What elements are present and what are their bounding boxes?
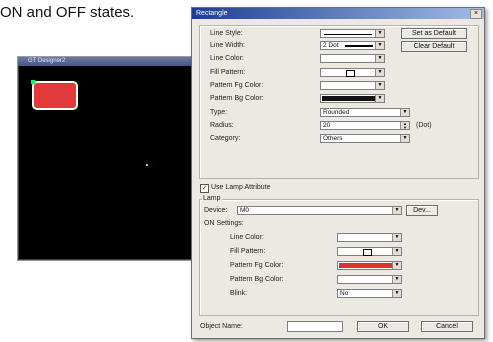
chevron-down-icon[interactable]: ▼ <box>392 290 401 297</box>
on-pattern-bg-color-select[interactable]: ▼ <box>337 275 402 284</box>
device-label: Device: <box>204 207 228 214</box>
fill-pattern-label: Fill Pattern: <box>210 69 246 76</box>
on-fill-pattern-label: Fill Pattern: <box>230 248 266 255</box>
on-settings-label: ON Settings: <box>204 220 244 227</box>
category-label: Category: <box>210 135 241 142</box>
chevron-down-icon[interactable]: ▼ <box>400 135 409 142</box>
radius-input[interactable]: 20 ▲ ▼ <box>320 121 410 130</box>
chevron-down-icon[interactable]: ▼ <box>375 42 384 49</box>
lamp-rectangle-object[interactable] <box>32 81 78 110</box>
chevron-down-icon[interactable]: ▼ <box>392 262 401 269</box>
chevron-down-icon[interactable]: ▼ <box>375 69 384 76</box>
dev-button[interactable]: Dev... <box>406 205 438 216</box>
type-select[interactable]: Rounded ▼ <box>320 108 410 117</box>
pattern-fg-color-select[interactable]: ▼ <box>320 81 385 90</box>
pattern-swatch <box>346 70 355 77</box>
pattern-bg-color-label: Pattern Bg Color: <box>210 95 264 102</box>
chevron-down-icon[interactable]: ▼ <box>375 30 384 37</box>
line-style-label: Line Style: <box>210 30 243 37</box>
pattern-swatch <box>363 249 372 256</box>
fill-pattern-select[interactable]: ▼ <box>320 68 385 77</box>
pattern-fg-color-label: Pattern Fg Color: <box>210 82 264 89</box>
on-pattern-bg-color-label: Pattern Bg Color: <box>230 276 284 283</box>
close-icon[interactable]: × <box>470 9 482 19</box>
line-color-select[interactable]: ▼ <box>320 54 385 63</box>
chevron-down-icon[interactable]: ▼ <box>392 248 401 255</box>
set-as-default-button[interactable]: Set as Default <box>401 28 467 39</box>
lamp-frame <box>199 199 479 316</box>
cancel-button[interactable]: Cancel <box>421 321 473 332</box>
editor-title: GT Designer2 <box>28 58 66 64</box>
device-value: M0 <box>240 207 250 214</box>
type-value: Rounded <box>323 109 350 116</box>
selection-handle[interactable] <box>31 80 35 84</box>
chevron-down-icon[interactable]: ▼ <box>392 276 401 283</box>
chevron-down-icon[interactable]: ▼ <box>375 82 384 89</box>
line-width-label: Line Width: <box>210 42 246 49</box>
line-color-label: Line Color: <box>210 55 244 62</box>
radius-label: Radius: <box>210 122 234 129</box>
chevron-down-icon[interactable]: ▼ <box>392 207 401 214</box>
device-select[interactable]: M0 ▼ <box>237 206 402 215</box>
line-width-value: 2 Dot <box>323 42 339 49</box>
dialog-title: Rectangle <box>196 10 228 17</box>
type-label: Type: <box>210 109 228 116</box>
blink-label: Blink: <box>230 290 248 297</box>
use-lamp-label: Use Lamp Attribute <box>211 184 271 191</box>
line-style-preview <box>324 34 372 35</box>
line-style-select[interactable]: ▼ <box>320 29 385 38</box>
chevron-down-icon[interactable]: ▼ <box>375 55 384 62</box>
on-pattern-fg-color-label: Pattern Fg Color: <box>230 262 284 269</box>
on-pattern-fg-color-select[interactable]: ▼ <box>337 261 402 270</box>
blink-select[interactable]: No ▼ <box>337 289 402 298</box>
line-width-preview <box>345 45 373 47</box>
line-width-select[interactable]: 2 Dot ▼ <box>320 41 385 50</box>
pattern-bg-color-swatch <box>322 96 376 101</box>
dialog-titlebar: Rectangle × <box>192 8 484 19</box>
category-select[interactable]: Others ▼ <box>320 134 410 143</box>
lamp-group-label: Lamp <box>202 195 222 202</box>
on-fill-pattern-select[interactable]: ▼ <box>337 247 402 256</box>
ok-button[interactable]: OK <box>357 321 409 332</box>
object-name-label: Object Name: <box>200 323 243 330</box>
chevron-down-icon[interactable]: ▼ <box>375 95 384 102</box>
canvas-marker <box>146 164 148 166</box>
use-lamp-checkbox[interactable]: ✓ <box>200 184 209 193</box>
chevron-down-icon[interactable]: ▼ <box>400 109 409 116</box>
clear-default-button[interactable]: Clear Default <box>401 41 467 52</box>
on-pattern-fg-color-swatch <box>339 263 393 268</box>
blink-value: No <box>340 290 349 297</box>
category-value: Others <box>323 135 343 142</box>
radius-value: 20 <box>323 122 331 129</box>
caption-text: ON and OFF states. <box>0 4 135 21</box>
object-name-input[interactable] <box>287 321 343 332</box>
pattern-bg-color-select[interactable]: ▼ <box>320 94 385 103</box>
on-line-color-label: Line Color: <box>230 234 264 241</box>
rectangle-dialog: Rectangle × Line Style: ▼ Set as Default… <box>191 7 485 339</box>
radius-unit: (Dot) <box>416 122 432 129</box>
chevron-down-icon[interactable]: ▼ <box>392 234 401 241</box>
on-line-color-select[interactable]: ▼ <box>337 233 402 242</box>
spin-arrows-icon[interactable]: ▲ ▼ <box>400 122 409 129</box>
